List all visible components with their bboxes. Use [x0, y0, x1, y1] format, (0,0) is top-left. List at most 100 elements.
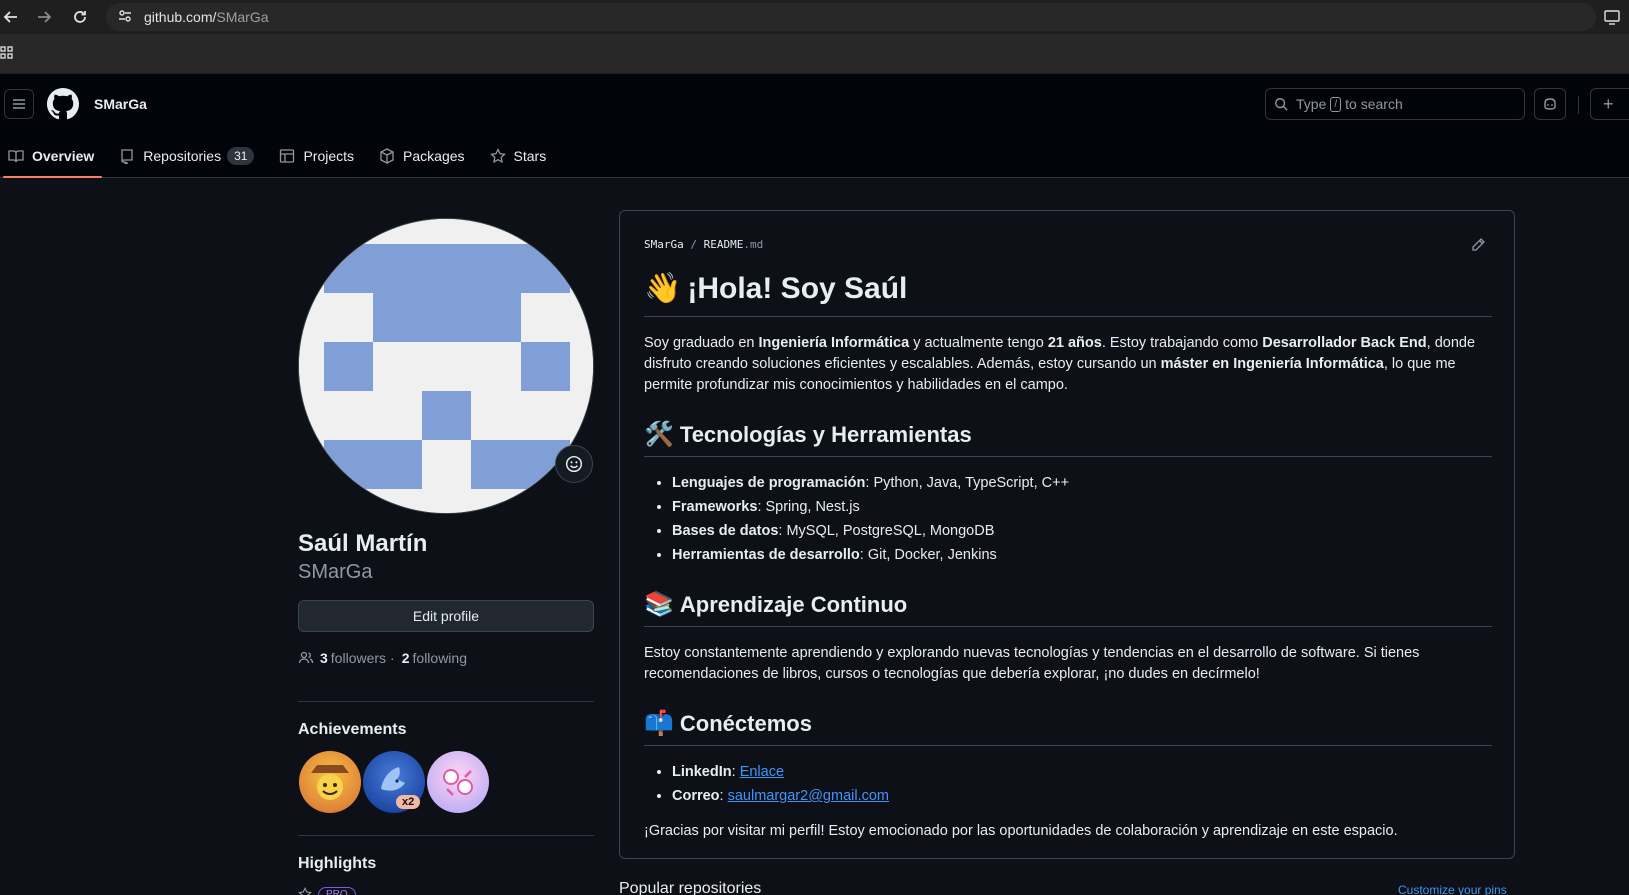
github-logo-icon[interactable]	[47, 88, 79, 120]
follow-stats: 3 followers · 2 following	[298, 650, 467, 666]
email-link[interactable]: saulmargar2@gmail.com	[728, 788, 889, 804]
search-shortcut-key: /	[1330, 96, 1342, 112]
apps-grid-icon[interactable]	[0, 46, 16, 65]
connect-heading-text: Conéctemos	[679, 711, 812, 736]
connect-key: LinkedIn	[672, 764, 732, 780]
tab-projects[interactable]: Projects	[271, 134, 362, 178]
bookmarks-bar	[0, 34, 1629, 74]
tech-key: Lenguajes de programación	[672, 475, 866, 491]
highlight-star-icon	[298, 886, 312, 895]
customize-pins-link[interactable]: Customize your pins	[1398, 883, 1507, 895]
back-arrow-icon[interactable]	[0, 6, 22, 28]
search-input[interactable]: Type / to search	[1265, 88, 1525, 120]
yolo-sticker-icon	[443, 769, 473, 796]
tab-packages[interactable]: Packages	[371, 134, 472, 178]
reload-icon[interactable]	[69, 6, 91, 28]
followers-count: 3	[320, 650, 328, 666]
learning-heading: 📚 Aprendizaje Continuo	[644, 590, 1492, 627]
following-link[interactable]: 2 following	[399, 650, 467, 666]
tech-heading-text: Tecnologías y Herramientas	[679, 422, 972, 447]
tech-key: Frameworks	[672, 499, 758, 515]
sidebar-divider	[298, 701, 594, 702]
identicon-image	[299, 219, 593, 513]
followers-label: followers	[330, 650, 387, 666]
list-item: Lenguajes de programación: Python, Java,…	[672, 473, 1492, 494]
header-username[interactable]: SMarGa	[94, 96, 147, 112]
learning-heading-text: Aprendizaje Continuo	[679, 592, 908, 617]
repo-icon	[121, 149, 133, 164]
tab-overview[interactable]: Overview	[0, 134, 103, 178]
pencil-icon[interactable]	[1470, 237, 1486, 256]
set-status-button[interactable]	[555, 445, 593, 483]
connect-sep: :	[719, 788, 728, 804]
readme-body: 👋 ¡Hola! Soy Saúl Soy graduado en Ingenie…	[644, 269, 1492, 842]
book-icon	[8, 150, 24, 163]
achievement-badge-pull-shark[interactable]	[299, 751, 361, 813]
list-item: Correo: saulmargar2@gmail.com	[672, 786, 1492, 807]
menu-icon[interactable]	[4, 89, 34, 119]
pro-badge: PRO	[318, 887, 356, 895]
search-icon	[1274, 97, 1288, 111]
connect-key: Correo	[672, 788, 720, 804]
following-label: following	[412, 650, 467, 666]
github-header: SMarGa Type / to search + Overview Repos…	[0, 74, 1629, 178]
url-text: github.com/SMarGa	[144, 9, 269, 25]
package-icon	[380, 148, 394, 164]
edit-profile-button[interactable]: Edit profile	[298, 600, 594, 632]
badge-multiplier: x2	[396, 795, 421, 809]
sidebar-divider-2	[298, 835, 594, 836]
cowboy-face-icon	[311, 765, 349, 800]
connect-list: LinkedIn: Enlace Correo: saulmargar2@gma…	[644, 762, 1492, 807]
readme-path: SMarGa / README.md	[644, 238, 763, 251]
repositories-count-badge: 31	[227, 147, 255, 165]
readme-path-ext: .md	[743, 238, 764, 251]
address-bar[interactable]: github.com/SMarGa	[106, 3, 1596, 31]
create-new-button[interactable]: +	[1590, 88, 1629, 120]
intro-text-3: . Estoy trabajando como	[1101, 335, 1263, 351]
tech-value: : Spring, Nest.js	[757, 499, 860, 515]
closing-paragraph: ¡Gracias por visitar mi perfil! Estoy em…	[644, 823, 1398, 839]
popular-repos-title: Popular repositories	[619, 880, 762, 895]
intro-paragraph: Soy graduado en Ingeniería Informática y…	[644, 333, 1492, 396]
intro-text-2: y actualmente tengo	[909, 335, 1048, 351]
readme-path-user[interactable]: SMarGa	[644, 238, 684, 251]
site-info-icon[interactable]	[118, 9, 132, 26]
install-app-icon[interactable]	[1603, 8, 1621, 29]
tab-overview-label: Overview	[32, 148, 95, 164]
intro-bold-3: Desarrollador Back End	[1262, 335, 1427, 351]
tech-key: Herramientas de desarrollo	[672, 547, 860, 563]
readme-path-file[interactable]: README	[704, 238, 744, 251]
tab-repositories[interactable]: Repositories 31	[111, 134, 262, 178]
highlights-title: Highlights	[298, 855, 377, 872]
tab-stars[interactable]: Stars	[482, 134, 555, 178]
tech-list: Lenguajes de programación: Python, Java,…	[644, 473, 1492, 566]
tech-value: : Git, Docker, Jenkins	[859, 547, 997, 563]
forward-arrow-icon[interactable]	[33, 6, 55, 28]
smiley-icon	[565, 455, 583, 473]
intro-text-1: Soy graduado en	[644, 335, 759, 351]
linkedin-link[interactable]: Enlace	[740, 764, 784, 780]
search-suffix: to search	[1345, 96, 1403, 112]
url-path: SMarGa	[216, 9, 269, 25]
list-item: Frameworks: Spring, Nest.js	[672, 497, 1492, 518]
browser-toolbar: github.com/SMarGa	[0, 0, 1629, 34]
achievement-badge-yolo[interactable]	[427, 751, 489, 813]
follow-separator: ·	[390, 650, 395, 666]
tab-stars-label: Stars	[513, 148, 547, 164]
achievements-title: Achievements	[298, 721, 407, 738]
tools-emoji-icon: 🛠️	[644, 421, 674, 448]
url-host: github.com/	[144, 9, 217, 25]
connect-sep: :	[731, 764, 740, 780]
followers-link[interactable]: 3 followers	[317, 650, 386, 666]
avatar[interactable]	[298, 218, 594, 514]
copilot-icon[interactable]	[1534, 88, 1566, 120]
intro-bold-4: máster en Ingeniería Informática	[1160, 356, 1384, 372]
readme-heading-text: ¡Hola! Soy Saúl	[687, 272, 908, 305]
list-item: LinkedIn: Enlace	[672, 762, 1492, 783]
profile-tabs: Overview Repositories 31 Projects Packag…	[0, 134, 563, 178]
plus-icon: +	[1603, 93, 1614, 114]
header-divider	[1578, 96, 1579, 114]
tab-repositories-label: Repositories	[143, 148, 222, 164]
list-item: Herramientas de desarrollo: Git, Docker,…	[672, 545, 1492, 566]
wave-emoji-icon: 👋	[644, 272, 682, 305]
